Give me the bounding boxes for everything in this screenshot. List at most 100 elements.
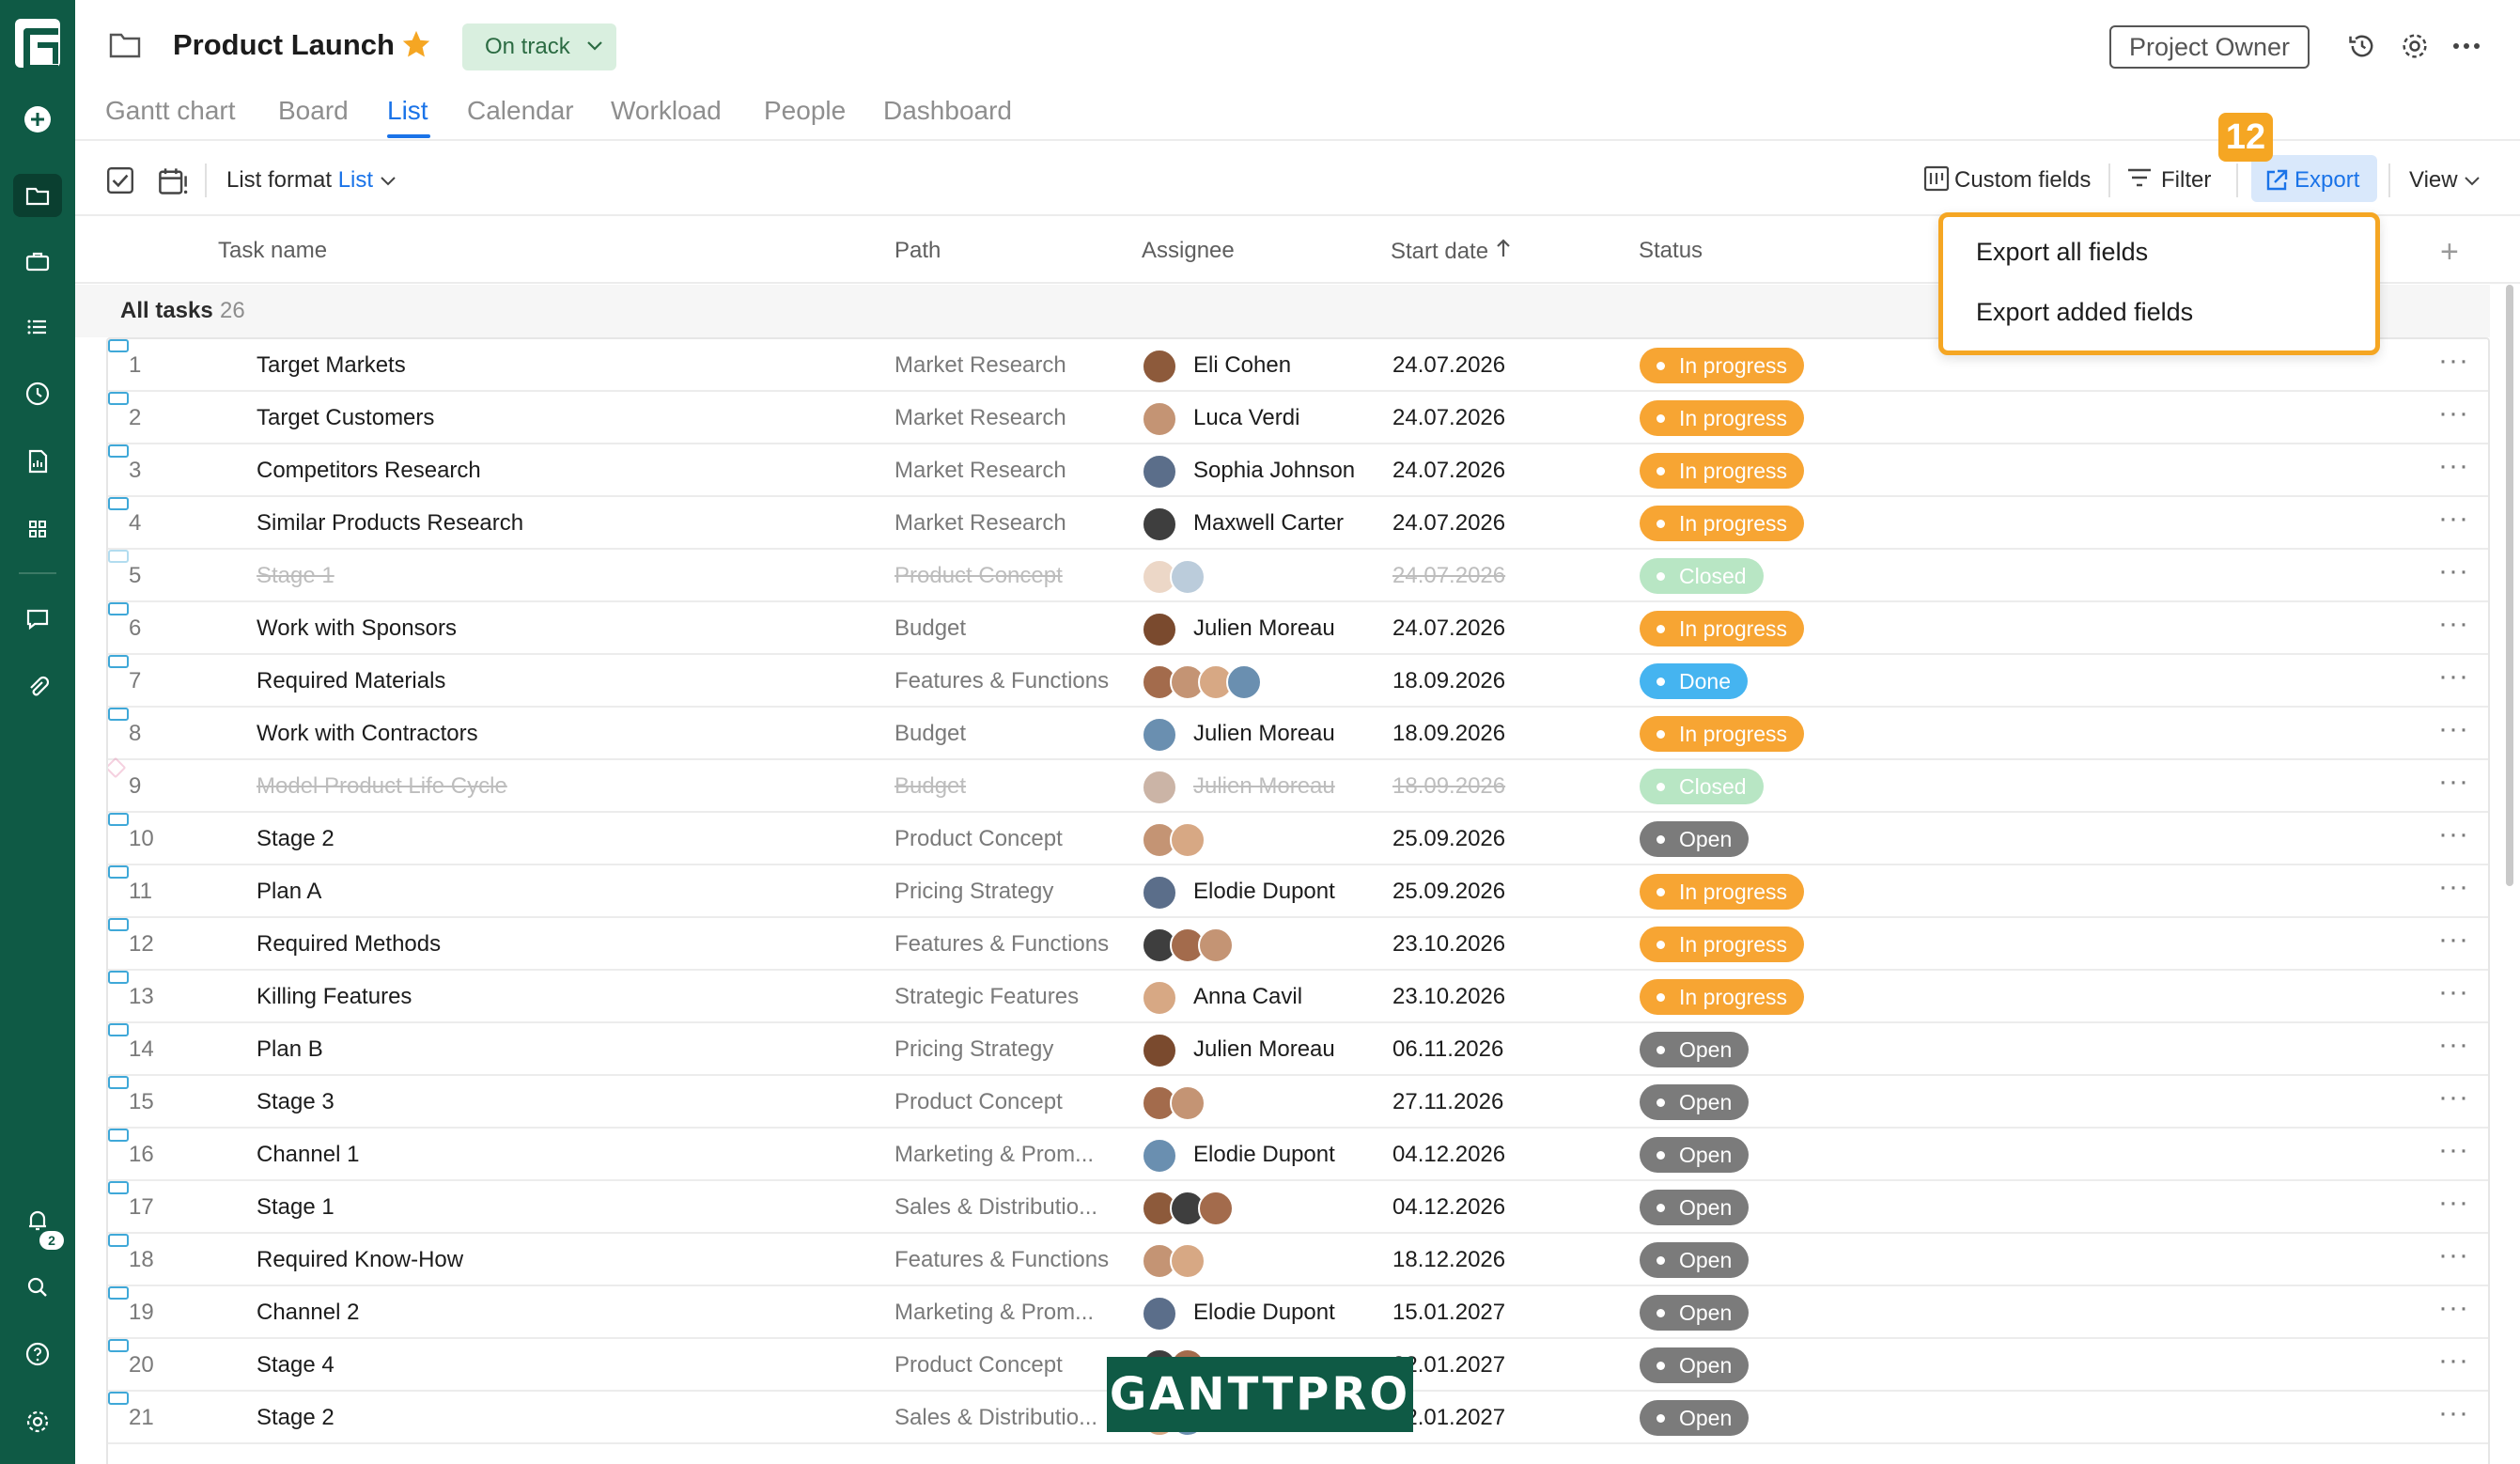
list-icon[interactable] <box>13 305 62 349</box>
report-icon[interactable] <box>13 440 62 483</box>
start-date[interactable]: 24.07.2026 <box>1392 405 1505 431</box>
clock-icon[interactable] <box>13 372 62 415</box>
status-badge[interactable]: Open <box>1640 1190 1750 1225</box>
help-icon[interactable] <box>13 1332 62 1376</box>
settings-icon[interactable] <box>13 1400 62 1443</box>
history-icon[interactable] <box>2346 30 2378 62</box>
task-name[interactable]: Plan A <box>257 879 321 905</box>
row-more-icon[interactable]: ··· <box>2438 1345 2469 1377</box>
status-badge[interactable]: Open <box>1640 1084 1750 1120</box>
task-name[interactable]: Channel 2 <box>257 1300 359 1326</box>
ganttpro-logo[interactable] <box>15 19 60 71</box>
start-date[interactable]: 04.12.2026 <box>1392 1194 1505 1221</box>
task-name[interactable]: Stage 1 <box>257 563 334 589</box>
row-more-icon[interactable]: ··· <box>2438 1292 2469 1324</box>
status-badge[interactable]: Open <box>1640 821 1750 857</box>
task-name[interactable]: Stage 3 <box>257 1089 334 1115</box>
status-badge[interactable]: In progress <box>1640 400 1805 436</box>
status-badge[interactable]: In progress <box>1640 979 1805 1015</box>
table-row[interactable]: 12 Required Methods Features & Functions 23… <box>108 918 2488 971</box>
row-more-icon[interactable]: ··· <box>2438 397 2469 429</box>
status-badge[interactable]: In progress <box>1640 874 1805 910</box>
tab-dashboard[interactable]: Dashboard <box>883 96 1012 126</box>
start-date[interactable]: 04.12.2026 <box>1392 1142 1505 1168</box>
start-date[interactable]: 18.09.2026 <box>1392 721 1505 747</box>
column-task-name[interactable]: Task name <box>218 238 327 264</box>
task-name[interactable]: Work with Sponsors <box>257 615 457 642</box>
plus-circle-icon[interactable] <box>13 98 62 141</box>
chat-icon[interactable] <box>13 598 62 641</box>
task-name[interactable]: Required Know-How <box>257 1247 463 1273</box>
tab-board[interactable]: Board <box>278 96 349 126</box>
row-more-icon[interactable]: ··· <box>2438 345 2469 377</box>
view-dropdown[interactable]: View <box>2409 167 2481 194</box>
start-date[interactable]: 25.09.2026 <box>1392 826 1505 852</box>
status-badge[interactable]: Closed <box>1640 558 1764 594</box>
start-date[interactable]: 24.07.2026 <box>1392 510 1505 537</box>
more-menu-icon[interactable] <box>2452 41 2481 51</box>
export-added-fields-option[interactable]: Export added fields <box>1976 298 2193 327</box>
briefcase-icon[interactable] <box>13 240 62 283</box>
row-more-icon[interactable]: ··· <box>2438 608 2469 640</box>
status-badge[interactable]: Open <box>1640 1295 1750 1331</box>
row-more-icon[interactable]: ··· <box>2438 503 2469 535</box>
table-row[interactable]: 5 Stage 1 Product Concept 24.07.2026 Closed ·… <box>108 550 2488 602</box>
status-badge[interactable]: In progress <box>1640 506 1805 541</box>
row-more-icon[interactable]: ··· <box>2438 818 2469 850</box>
task-name[interactable]: Target Markets <box>257 352 406 379</box>
table-row[interactable]: 4 Similar Products Research Market Researc… <box>108 497 2488 550</box>
table-row[interactable]: 8 Work with Contractors Budget Julien Morea… <box>108 708 2488 760</box>
row-more-icon[interactable]: ··· <box>2438 1029 2469 1061</box>
add-column-icon[interactable]: + <box>2440 234 2459 271</box>
task-name[interactable]: Stage 4 <box>257 1352 334 1378</box>
start-date[interactable]: 24.07.2026 <box>1392 615 1505 642</box>
task-name[interactable]: Plan B <box>257 1036 323 1063</box>
row-more-icon[interactable]: ··· <box>2438 1134 2469 1166</box>
table-row[interactable]: 10 Stage 2 Product Concept 25.09.2026 Open ··… <box>108 813 2488 865</box>
tab-people[interactable]: People <box>764 96 846 126</box>
start-date[interactable]: 24.07.2026 <box>1392 352 1505 379</box>
status-badge[interactable]: In progress <box>1640 716 1805 752</box>
start-date[interactable]: 06.11.2026 <box>1392 1036 1503 1063</box>
checkbox-select-icon[interactable] <box>105 165 135 195</box>
table-row[interactable]: 6 Work with Sponsors Budget Julien Moreau 24… <box>108 602 2488 655</box>
project-status-dropdown[interactable]: On track <box>462 23 616 70</box>
project-title[interactable]: Product Launch <box>173 28 395 62</box>
export-button[interactable]: Export <box>2251 155 2377 202</box>
row-more-icon[interactable]: ··· <box>2438 1397 2469 1429</box>
status-badge[interactable]: Done <box>1640 663 1748 699</box>
column-assignee[interactable]: Assignee <box>1142 238 1235 264</box>
start-date[interactable]: 23.10.2026 <box>1392 984 1505 1010</box>
task-name[interactable]: Stage 1 <box>257 1194 334 1221</box>
task-name[interactable]: Target Customers <box>257 405 434 431</box>
task-name[interactable]: Channel 1 <box>257 1142 359 1168</box>
status-badge[interactable]: Closed <box>1640 769 1764 804</box>
table-row[interactable]: 9 Model Product Life Cycle Budget Julien Mo… <box>108 756 2488 813</box>
grid-icon[interactable] <box>13 507 62 551</box>
vertical-scrollbar[interactable] <box>2506 285 2513 886</box>
status-badge[interactable]: Open <box>1640 1347 1750 1383</box>
status-badge[interactable]: Open <box>1640 1242 1750 1278</box>
table-row[interactable]: 3 Competitors Research Market Research Soph… <box>108 444 2488 497</box>
table-row[interactable]: 14 Plan B Pricing Strategy Julien Moreau 06.… <box>108 1023 2488 1076</box>
row-more-icon[interactable]: ··· <box>2438 555 2469 587</box>
row-more-icon[interactable]: ··· <box>2438 450 2469 482</box>
start-date[interactable]: 18.09.2026 <box>1392 773 1505 800</box>
tab-gantt-chart[interactable]: Gantt chart <box>105 96 236 126</box>
start-date[interactable]: 24.07.2026 <box>1392 563 1505 589</box>
task-name[interactable]: Stage 2 <box>257 826 334 852</box>
paperclip-icon[interactable] <box>13 665 62 709</box>
start-date[interactable]: 27.11.2026 <box>1392 1089 1503 1115</box>
row-more-icon[interactable]: ··· <box>2438 766 2469 798</box>
task-name[interactable]: Competitors Research <box>257 458 481 484</box>
row-more-icon[interactable]: ··· <box>2438 1082 2469 1114</box>
filter-button[interactable]: Filter <box>2161 167 2211 194</box>
task-name[interactable]: Required Methods <box>257 931 441 958</box>
list-format-selector[interactable]: List format List <box>226 167 397 194</box>
start-date[interactable]: 25.09.2026 <box>1392 879 1505 905</box>
tab-calendar[interactable]: Calendar <box>467 96 574 126</box>
row-more-icon[interactable]: ··· <box>2438 713 2469 745</box>
start-date[interactable]: 23.10.2026 <box>1392 931 1505 958</box>
row-more-icon[interactable]: ··· <box>2438 661 2469 693</box>
custom-fields-button[interactable]: Custom fields <box>1954 167 2091 194</box>
